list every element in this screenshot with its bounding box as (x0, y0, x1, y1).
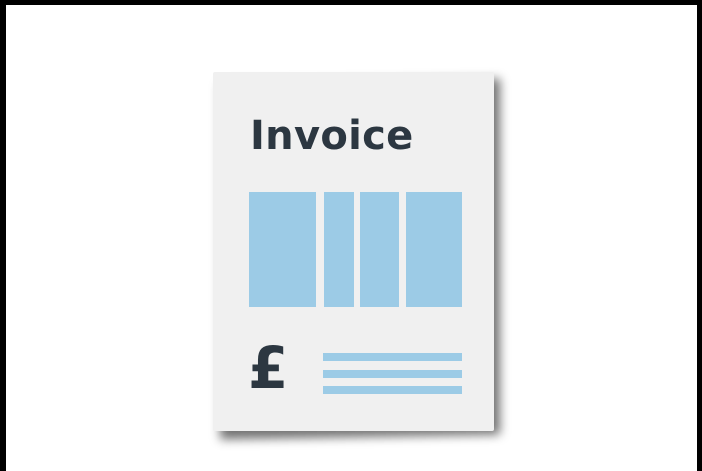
text-line-placeholder (323, 353, 462, 361)
table-column-block (360, 192, 399, 307)
table-column-block (406, 192, 462, 307)
invoice-title: Invoice (250, 113, 414, 159)
text-line-placeholder (323, 386, 462, 394)
image-frame: Invoice £ (0, 0, 702, 471)
invoice-document-icon: Invoice £ (213, 72, 494, 431)
table-column-block (249, 192, 316, 307)
table-column-block (324, 192, 354, 307)
pound-sign-icon: £ (248, 334, 289, 402)
text-line-placeholder (323, 370, 462, 378)
